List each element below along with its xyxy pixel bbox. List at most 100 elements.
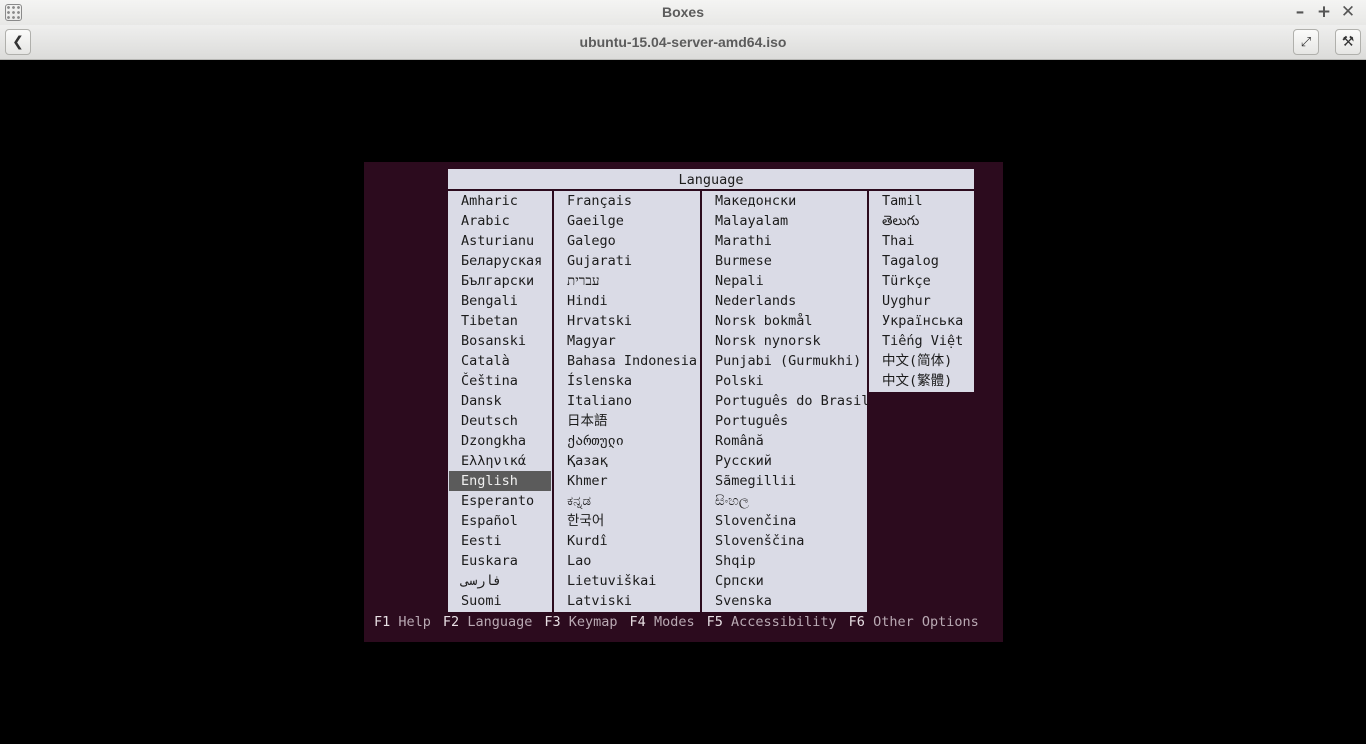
language-option[interactable]: فارسی [448, 571, 552, 591]
fkey-f6[interactable]: F6 Other Options [849, 614, 979, 630]
language-option[interactable]: Tagalog [869, 251, 974, 271]
language-option[interactable]: Arabic [448, 211, 552, 231]
language-option[interactable]: ಕನ್ನಡ [554, 491, 700, 511]
language-option[interactable]: Türkçe [869, 271, 974, 291]
language-option[interactable]: Português do Brasil [702, 391, 869, 411]
language-option[interactable]: Tamil [869, 191, 974, 211]
language-column-2: Français Gaeilge Galego Gujarati עברית Hindi H… [554, 191, 701, 612]
language-option[interactable]: 中文(繁體) [869, 371, 974, 391]
language-option[interactable]: Suomi [448, 591, 552, 611]
language-option[interactable]: සිංහල [702, 491, 867, 511]
language-option[interactable]: Hrvatski [554, 311, 700, 331]
language-option[interactable]: Română [702, 431, 867, 451]
language-option[interactable]: Български [448, 271, 552, 291]
language-option[interactable]: Македонски [702, 191, 867, 211]
language-option[interactable]: Dansk [448, 391, 552, 411]
language-option[interactable]: Tiếng Việt [869, 331, 974, 351]
language-option[interactable]: 한국어 [554, 511, 700, 531]
language-option[interactable]: 日本語 [554, 411, 700, 431]
language-option[interactable]: Shqip [702, 551, 867, 571]
language-option[interactable]: Slovenčina [702, 511, 867, 531]
language-option[interactable]: Gujarati [554, 251, 700, 271]
language-option[interactable]: Khmer [554, 471, 700, 491]
language-option[interactable]: ქართული [554, 431, 700, 451]
language-option[interactable]: Kurdî [554, 531, 700, 551]
language-option[interactable]: Қазақ [554, 451, 700, 471]
language-option[interactable]: Euskara [448, 551, 552, 571]
language-option[interactable]: Uyghur [869, 291, 974, 311]
language-option[interactable]: Amharic [448, 191, 552, 211]
language-option[interactable]: Ελληνικά [448, 451, 552, 471]
language-option[interactable]: Eesti [448, 531, 552, 551]
language-option[interactable]: Español [448, 511, 552, 531]
language-option[interactable]: Íslenska [554, 371, 700, 391]
language-column-3: Македонски Malayalam Marathi Burmese Nepali N… [702, 191, 869, 612]
language-option[interactable]: Беларуская [448, 251, 552, 271]
fkey-label: Other Options [873, 614, 979, 630]
language-option[interactable]: Català [448, 351, 552, 371]
language-option[interactable]: Dzongkha [448, 431, 552, 451]
language-option[interactable]: Français [554, 191, 700, 211]
language-option[interactable]: Português [702, 411, 867, 431]
language-option[interactable]: Lao [554, 551, 700, 571]
language-option[interactable]: Nederlands [702, 291, 867, 311]
language-option[interactable]: Svenska [702, 591, 867, 611]
language-option[interactable]: Српски [702, 571, 867, 591]
language-option[interactable]: Norsk nynorsk [702, 331, 867, 351]
language-option[interactable]: Українська [869, 311, 974, 331]
language-option[interactable]: Slovenščina [702, 531, 867, 551]
maximize-button[interactable]: + [1314, 1, 1334, 23]
fkey-f4[interactable]: F4 Modes [630, 614, 695, 630]
language-option[interactable]: עברית [554, 271, 700, 291]
language-option[interactable]: Čeština [448, 371, 552, 391]
fkey-label: Language [467, 614, 533, 630]
language-option[interactable]: Bosanski [448, 331, 552, 351]
close-button[interactable]: ✕ [1338, 1, 1358, 23]
language-option[interactable]: Galego [554, 231, 700, 251]
fkey-key: F2 [442, 614, 460, 630]
language-option[interactable]: Sãmegillii [702, 471, 867, 491]
language-option[interactable]: Русский [702, 451, 867, 471]
language-option[interactable]: Tibetan [448, 311, 552, 331]
language-column-1: Amharic Arabic Asturianu Беларуская Българск… [448, 191, 553, 612]
fkey-key: F3 [544, 614, 561, 630]
language-option[interactable]: Punjabi (Gurmukhi) [702, 351, 867, 371]
language-option[interactable]: Gaeilge [554, 211, 700, 231]
fkey-label: Help [398, 614, 431, 630]
language-option[interactable]: Norsk bokmål [702, 311, 867, 331]
fullscreen-icon: ⤢ [1300, 34, 1312, 50]
language-option[interactable]: Thai [869, 231, 974, 251]
language-option[interactable]: తెలుగు [869, 211, 974, 231]
fkey-label: Modes [653, 614, 695, 630]
language-option[interactable]: Deutsch [448, 411, 552, 431]
tools-icon: ⚒ [1341, 34, 1355, 50]
language-option[interactable]: Polski [702, 371, 867, 391]
language-option[interactable]: Lietuviškai [554, 571, 700, 591]
language-option[interactable]: Bahasa Indonesia [554, 351, 700, 371]
language-option[interactable]: Magyar [554, 331, 700, 351]
properties-button[interactable]: ⚒ [1335, 29, 1361, 55]
language-option[interactable]: Burmese [702, 251, 867, 271]
language-option[interactable]: Italiano [554, 391, 700, 411]
language-option[interactable]: Marathi [702, 231, 867, 251]
window-title: Boxes [661, 4, 705, 20]
language-option[interactable]: Nepali [702, 271, 867, 291]
installer-screen[interactable]: Language Amharic Arabic Asturianu Беларуска… [364, 162, 1003, 642]
fullscreen-button[interactable]: ⤢ [1293, 29, 1319, 55]
language-option[interactable]: Esperanto [448, 491, 552, 511]
fkey-key: F4 [629, 614, 646, 630]
fkey-f1[interactable]: F1 Help [374, 614, 431, 630]
language-dialog: Language Amharic Arabic Asturianu Беларуска… [448, 169, 974, 612]
fkey-f5[interactable]: F5 Accessibility [707, 614, 837, 630]
fkey-f3[interactable]: F3 Keymap [544, 614, 617, 630]
language-option[interactable]: Hindi [554, 291, 700, 311]
fkey-f2[interactable]: F2 Language [443, 614, 532, 630]
fkey-label: Accessibility [731, 614, 837, 630]
language-option[interactable]: Malayalam [702, 211, 867, 231]
language-option[interactable]: Asturianu [448, 231, 552, 251]
language-option[interactable]: Latviski [554, 591, 700, 611]
language-option[interactable]: 中文(简体) [869, 351, 974, 371]
language-option[interactable]: Bengali [448, 291, 552, 311]
minimize-button[interactable]: – [1290, 1, 1310, 23]
language-option[interactable]: English [449, 471, 551, 491]
